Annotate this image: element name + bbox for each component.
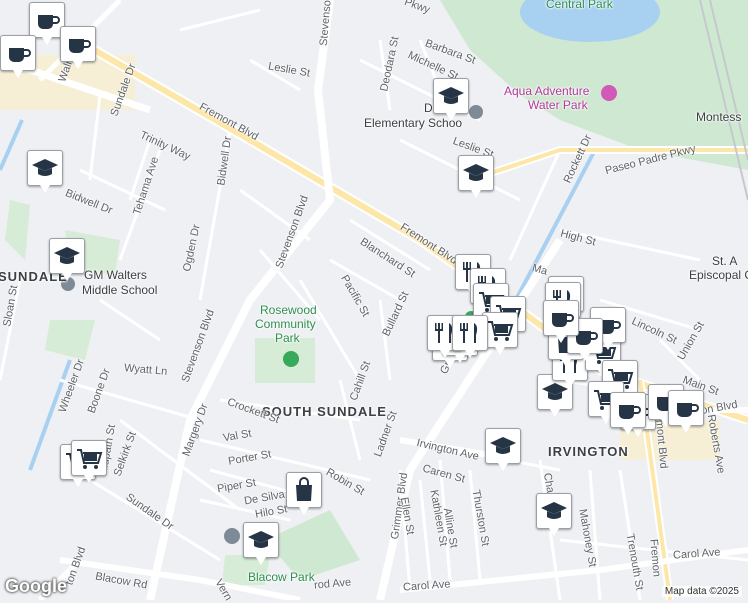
google-logo: Google — [5, 576, 67, 596]
park-poi-dot[interactable] — [283, 351, 299, 367]
graduation-cap-icon — [32, 159, 58, 176]
poi-label-st-a-1: St. A — [712, 254, 738, 268]
grocery-marker[interactable] — [71, 440, 107, 483]
coffee-marker[interactable] — [0, 35, 36, 78]
park-label-central-park: Central Park — [546, 0, 613, 11]
school-marker[interactable] — [49, 238, 85, 281]
coffee-cup-icon — [69, 39, 91, 53]
poi-label-st-a-2: Episcopal C — [689, 268, 748, 282]
school-marker[interactable] — [536, 493, 572, 536]
poi-label-gm-walters-2: Middle School — [82, 283, 158, 297]
school-marker[interactable] — [458, 155, 494, 198]
coffee-cup-icon — [677, 403, 699, 417]
park-label-blacow: Blacow Park — [248, 570, 315, 584]
shopping-bag-icon — [296, 477, 312, 501]
coffee-marker[interactable] — [60, 26, 96, 69]
poi-label-gm-walters-1: GM Walters — [84, 268, 147, 282]
school-marker[interactable] — [243, 522, 279, 565]
shopping-cart-icon — [488, 321, 514, 341]
coffee-cup-icon — [38, 15, 60, 29]
graduation-cap-icon — [54, 247, 80, 264]
coffee-marker[interactable] — [543, 300, 579, 343]
park-label-rosewood-3: Park — [275, 331, 300, 345]
school-poi-dot[interactable] — [469, 105, 483, 119]
fork-knife-icon — [460, 323, 478, 343]
neighborhood-label-irvington: IRVINGTON — [548, 444, 629, 459]
graduation-cap-icon — [541, 502, 567, 519]
graduation-cap-icon — [248, 531, 274, 548]
coffee-marker[interactable] — [610, 392, 646, 435]
map-attribution: Map data ©2025 — [661, 586, 742, 597]
graduation-cap-icon — [490, 437, 516, 454]
school-marker[interactable] — [485, 428, 521, 471]
coffee-cup-icon — [552, 313, 574, 327]
poi-label-aqua-2: Water Park — [528, 98, 588, 112]
school-poi-dot[interactable] — [224, 528, 240, 544]
map-canvas[interactable] — [0, 0, 748, 600]
coffee-cup-icon — [619, 405, 641, 419]
poi-label-aqua-1: Aqua Adventure — [504, 84, 590, 98]
school-marker[interactable] — [433, 78, 469, 121]
poi-label-montess: Montess — [696, 110, 742, 124]
park-label-rosewood-2: Community — [255, 317, 316, 331]
coffee-marker[interactable] — [668, 390, 704, 433]
graduation-cap-icon — [438, 87, 464, 104]
shopping-marker[interactable] — [286, 472, 322, 515]
park-label-rosewood-1: Rosewood — [260, 303, 317, 317]
restaurant-marker[interactable] — [452, 315, 488, 358]
neighborhood-label-south-sundale: SOUTH SUNDALE — [262, 404, 387, 419]
shopping-cart-icon — [77, 449, 103, 469]
coffee-cup-icon — [9, 48, 31, 62]
graduation-cap-icon — [463, 164, 489, 181]
school-marker[interactable] — [27, 150, 63, 193]
water-park-poi-dot[interactable] — [601, 85, 617, 101]
